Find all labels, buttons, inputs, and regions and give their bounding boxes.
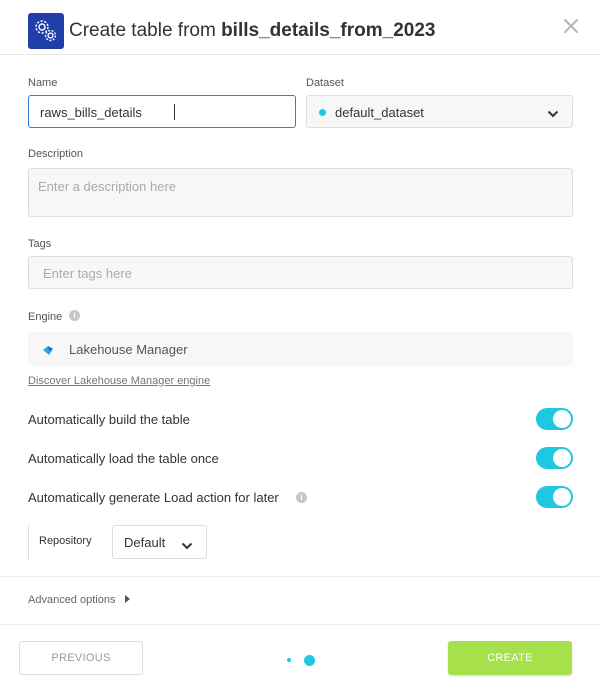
auto-load-label: Automatically load the table once xyxy=(28,451,219,466)
name-label: Name xyxy=(28,77,58,89)
repository-divider xyxy=(28,524,29,560)
toggle-knob xyxy=(553,410,571,428)
chevron-down-icon xyxy=(181,538,193,556)
create-button[interactable]: CREATE xyxy=(448,641,572,675)
repository-select[interactable]: Default xyxy=(112,525,207,559)
dialog-title-name: bills_details_from_2023 xyxy=(221,20,436,41)
repository-value: Default xyxy=(124,535,166,550)
step-indicator-dot-1 xyxy=(287,658,291,662)
lakehouse-icon xyxy=(42,343,54,361)
dataset-value: default_dataset xyxy=(335,105,424,120)
text-cursor xyxy=(174,104,175,120)
dialog-title: Create table from bills_details_from_202… xyxy=(69,20,435,42)
auto-generate-label: Automatically generate Load action for l… xyxy=(28,490,279,505)
auto-generate-toggle[interactable] xyxy=(536,486,573,508)
dataset-label: Dataset xyxy=(306,77,344,89)
engine-value: Lakehouse Manager xyxy=(69,342,188,357)
engine-field: Lakehouse Manager xyxy=(28,332,573,366)
engine-info-icon[interactable]: i xyxy=(69,310,80,321)
dataset-dot-icon xyxy=(319,109,326,116)
advanced-options-label: Advanced options xyxy=(28,594,116,606)
advanced-divider-bottom xyxy=(0,624,601,625)
dataset-select[interactable]: default_dataset xyxy=(306,95,573,128)
advanced-options-toggle[interactable]: Advanced options xyxy=(28,594,130,606)
name-input[interactable]: raws_bills_details xyxy=(28,95,296,128)
tags-input[interactable]: Enter tags here xyxy=(28,256,573,289)
engine-label: Engine xyxy=(28,311,63,323)
tags-placeholder: Enter tags here xyxy=(43,266,132,281)
auto-build-label: Automatically build the table xyxy=(28,412,190,427)
advanced-divider-top xyxy=(0,576,601,577)
auto-generate-info-icon[interactable]: i xyxy=(296,492,307,503)
repository-label: Repository xyxy=(39,535,92,547)
tags-label: Tags xyxy=(28,238,52,250)
close-icon[interactable] xyxy=(562,17,580,35)
description-label: Description xyxy=(28,148,84,160)
discover-engine-link[interactable]: Discover Lakehouse Manager engine xyxy=(28,375,210,387)
description-textarea[interactable]: Enter a description here xyxy=(28,168,573,217)
step-indicator-dot-2 xyxy=(304,655,315,666)
previous-button[interactable]: PREVIOUS xyxy=(19,641,143,675)
dialog-header: Create table from bills_details_from_202… xyxy=(0,0,601,55)
toggle-knob xyxy=(553,488,571,506)
description-placeholder: Enter a description here xyxy=(38,179,177,194)
chevron-down-icon xyxy=(547,107,559,122)
name-input-value: raws_bills_details xyxy=(40,105,142,120)
caret-right-icon xyxy=(124,594,130,606)
auto-load-toggle[interactable] xyxy=(536,447,573,469)
dialog-title-prefix: Create table from xyxy=(69,20,222,41)
gears-icon xyxy=(28,13,64,49)
auto-build-toggle[interactable] xyxy=(536,408,573,430)
toggle-knob xyxy=(553,449,571,467)
